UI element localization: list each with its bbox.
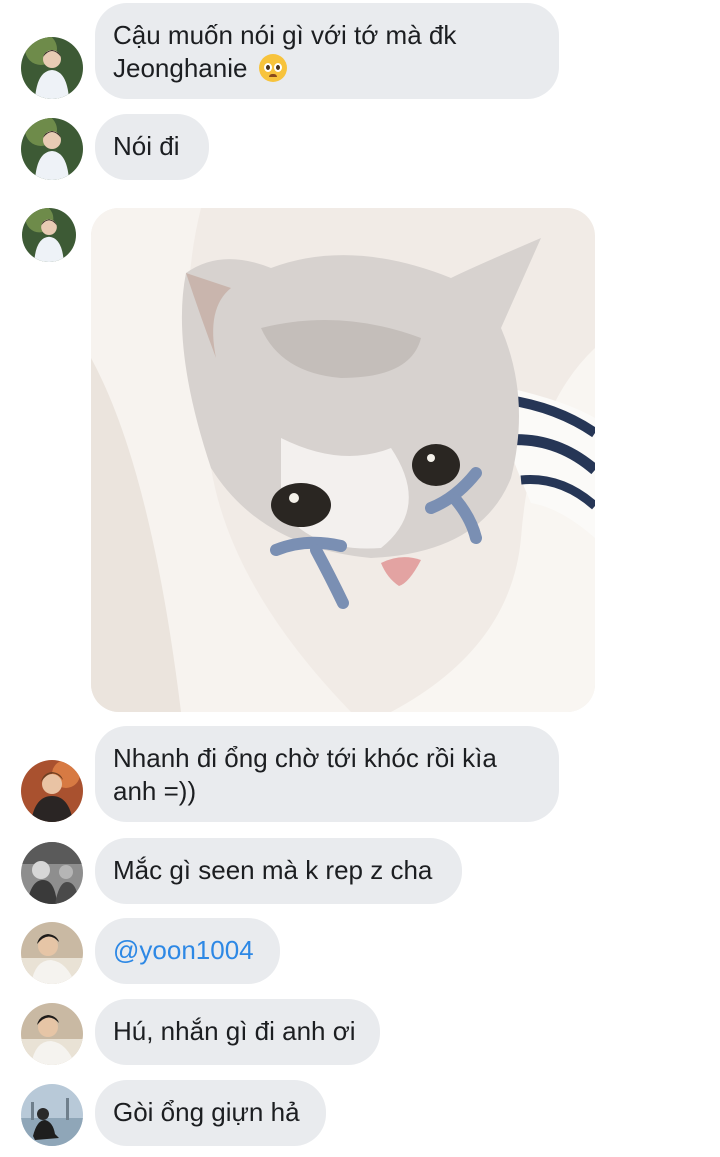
message-text: Nhanh đi ổng chờ tới khóc rồi kìa anh =)… [113, 743, 497, 806]
avatar[interactable] [21, 118, 83, 180]
avatar[interactable] [21, 1003, 83, 1065]
crying-cat-photo[interactable] [91, 208, 595, 712]
pleading-face-emoji [258, 54, 287, 82]
message-bubble[interactable]: Nhanh đi ổng chờ tới khóc rồi kìa anh =)… [95, 726, 559, 822]
avatar[interactable] [22, 208, 76, 262]
mention-bubble[interactable]: @yoon1004 [95, 918, 280, 984]
avatar[interactable] [21, 37, 83, 99]
message-bubble[interactable]: Nói đi [95, 114, 209, 180]
avatar[interactable] [21, 760, 83, 822]
message-bubble[interactable]: Mắc gì seen mà k rep z cha [95, 838, 462, 904]
avatar[interactable] [21, 1084, 83, 1146]
message-text: Nói đi [113, 131, 180, 161]
message-text: Mắc gì seen mà k rep z cha [113, 855, 433, 885]
message-text: Gòi ổng giựn hả [113, 1097, 300, 1127]
message-text: Hú, nhắn gì đi anh ơi [113, 1016, 356, 1046]
avatar[interactable] [21, 922, 83, 984]
message-bubble[interactable]: Hú, nhắn gì đi anh ơi [95, 999, 380, 1065]
message-bubble[interactable]: Gòi ổng giựn hả [95, 1080, 326, 1146]
avatar[interactable] [21, 842, 83, 904]
mention-link[interactable]: @yoon1004 [113, 935, 254, 965]
message-bubble[interactable]: Cậu muốn nói gì với tớ mà đk Jeonghanie [95, 3, 559, 99]
